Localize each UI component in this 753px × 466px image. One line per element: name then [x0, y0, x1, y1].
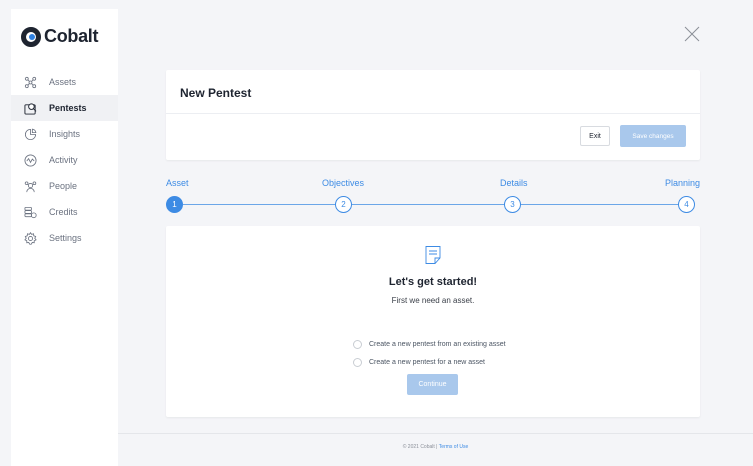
document-icon — [425, 246, 441, 264]
sidebar-item-label: Assets — [49, 77, 77, 87]
step-3-circle[interactable]: 3 — [504, 196, 521, 213]
step-label-details[interactable]: Details — [500, 178, 528, 188]
footer-divider — [118, 433, 753, 434]
sidebar-item-label: Insights — [49, 129, 81, 139]
asset-selection-card: Let's get started! First we need an asse… — [166, 226, 700, 417]
people-icon — [24, 180, 37, 193]
close-icon[interactable] — [683, 25, 701, 43]
copyright-text: © 2021 Cobalt — [402, 444, 435, 450]
step-1-circle[interactable]: 1 — [166, 196, 183, 213]
pentest-header-card: New Pentest Exit Save changes — [166, 70, 700, 160]
sidebar-item-label: Pentests — [49, 103, 87, 113]
sidebar-item-people[interactable]: People — [11, 173, 118, 199]
sidebar-item-label: Settings — [49, 233, 82, 243]
cobalt-logo-icon — [21, 26, 41, 47]
start-title: Let's get started! — [388, 276, 478, 288]
app-name: Cobalt — [44, 26, 99, 46]
footer-separator: | — [436, 444, 438, 450]
terms-of-use-link[interactable]: Terms of Use — [439, 444, 468, 450]
sidebar-item-label: Credits — [49, 207, 78, 217]
sidebar-item-settings[interactable]: Settings — [11, 225, 118, 251]
step-connector — [183, 204, 335, 205]
step-4-circle[interactable]: 4 — [678, 196, 695, 213]
assets-icon — [24, 76, 37, 89]
option-label: Create a new pentest for a new asset — [369, 359, 485, 366]
page-title: New Pentest — [180, 86, 252, 100]
sidebar-item-label: People — [49, 181, 78, 191]
step-label-planning[interactable]: Planning — [665, 178, 700, 188]
start-subtitle: First we need an asset. — [391, 296, 475, 305]
sidebar-item-insights[interactable]: Insights — [11, 121, 118, 147]
option-new-asset[interactable]: Create a new pentest for a new asset — [353, 358, 485, 367]
footer: © 2021 Cobalt | Terms of Use — [118, 444, 753, 450]
sidebar: Cobalt Assets Pentests Insights Activity — [11, 9, 118, 466]
sidebar-nav: Assets Pentests Insights Activity People — [11, 69, 118, 251]
step-label-objectives[interactable]: Objectives — [322, 178, 364, 188]
sidebar-item-label: Activity — [49, 155, 78, 165]
radio-button[interactable] — [353, 358, 362, 367]
option-existing-asset[interactable]: Create a new pentest from an existing as… — [353, 340, 506, 349]
step-connector — [352, 204, 504, 205]
settings-icon — [24, 231, 37, 245]
credits-icon — [24, 206, 37, 219]
pentests-icon — [24, 102, 37, 115]
cobalt-logo[interactable]: Cobalt — [21, 26, 99, 47]
step-2-circle[interactable]: 2 — [335, 196, 352, 213]
insights-icon — [24, 128, 37, 141]
option-label: Create a new pentest from an existing as… — [369, 341, 506, 348]
exit-button[interactable]: Exit — [580, 126, 610, 146]
save-changes-button[interactable]: Save changes — [620, 125, 686, 147]
continue-button[interactable]: Continue — [407, 374, 458, 395]
main-content: New Pentest Exit Save changes Asset Obje… — [118, 9, 753, 466]
step-connector — [521, 204, 678, 205]
activity-icon — [24, 154, 37, 167]
sidebar-item-assets[interactable]: Assets — [11, 69, 118, 95]
sidebar-item-activity[interactable]: Activity — [11, 147, 118, 173]
sidebar-item-credits[interactable]: Credits — [11, 199, 118, 225]
step-label-asset[interactable]: Asset — [166, 178, 189, 188]
sidebar-item-pentests[interactable]: Pentests — [11, 95, 118, 121]
radio-button[interactable] — [353, 340, 362, 349]
stepper: Asset Objectives Details Planning 1 2 3 … — [166, 177, 700, 217]
divider — [166, 113, 700, 114]
